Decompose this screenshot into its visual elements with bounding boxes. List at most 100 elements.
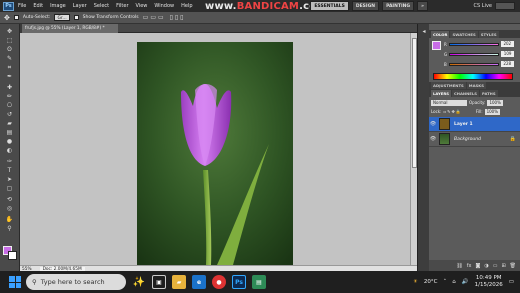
- workspace-painting[interactable]: PAINTING: [382, 1, 415, 11]
- blend-mode-dropdown[interactable]: Normal: [431, 99, 467, 106]
- brush-tool-icon[interactable]: ✏: [4, 93, 15, 100]
- tab-adjustments[interactable]: ADJUSTMENTS: [431, 82, 466, 89]
- type-tool-icon[interactable]: T: [4, 167, 15, 174]
- slider-blue[interactable]: B 228: [444, 61, 514, 67]
- taskbar-search[interactable]: ⚲ Type here to search: [26, 274, 126, 290]
- vertical-scrollbar[interactable]: [410, 33, 417, 265]
- auto-select-checkbox[interactable]: [13, 15, 19, 20]
- task-view-icon[interactable]: ▣: [152, 275, 166, 289]
- move-tool-icon[interactable]: ✥: [4, 28, 15, 35]
- workspace-design[interactable]: DESIGN: [351, 1, 380, 11]
- opacity-field[interactable]: 100%: [487, 99, 503, 106]
- clone-tool-icon[interactable]: ⎔: [4, 102, 15, 109]
- app-icon[interactable]: ▤: [252, 275, 266, 289]
- file-explorer-icon[interactable]: ▰: [172, 275, 186, 289]
- crop-tool-icon[interactable]: ⌗: [4, 64, 15, 71]
- eraser-tool-icon[interactable]: ▰: [4, 120, 15, 127]
- tray-chevron-icon[interactable]: ˄: [443, 279, 446, 285]
- tab-masks[interactable]: MASKS: [466, 82, 486, 89]
- background-color-swatch[interactable]: [8, 251, 17, 260]
- fill-field[interactable]: 100%: [484, 108, 501, 115]
- 3d-rotate-tool-icon[interactable]: ⟲: [4, 196, 15, 203]
- layer-row-background[interactable]: 👁 Background 🔒: [429, 132, 520, 147]
- tab-swatches[interactable]: SWATCHES: [450, 31, 478, 38]
- windows-start-icon[interactable]: [9, 276, 21, 288]
- tools-panel: ✥ ⬚ ʘ ✎ ⌗ ✒ ✚ ✏ ⎔ ↺ ▰ ▤ ● ◐ ✑ T ➤ ▢ ⟲ ◎ …: [0, 24, 20, 271]
- bandicam-icon[interactable]: ●: [212, 275, 226, 289]
- document-tab[interactable]: frufjs.jpg @ 55% (Layer 1, RGB/8#) *: [22, 24, 118, 33]
- workspace-essentials[interactable]: ESSENTIALS: [310, 1, 349, 11]
- path-select-tool-icon[interactable]: ➤: [4, 176, 15, 183]
- color-spectrum-bar[interactable]: [433, 73, 513, 80]
- visibility-eye-icon[interactable]: 👁: [429, 132, 437, 147]
- 3d-orbit-tool-icon[interactable]: ◎: [4, 205, 15, 212]
- red-slider[interactable]: [448, 42, 499, 46]
- pen-tool-icon[interactable]: ✑: [4, 158, 15, 165]
- lock-icons[interactable]: ▫✎✥🔒: [443, 109, 461, 114]
- tab-color[interactable]: COLOR: [431, 31, 450, 38]
- healing-tool-icon[interactable]: ✚: [4, 84, 15, 91]
- help-search-field[interactable]: [495, 2, 515, 10]
- link-layers-icon[interactable]: ⛓: [456, 263, 462, 269]
- menu-image[interactable]: Image: [50, 3, 66, 9]
- mask-icon[interactable]: ◙: [475, 263, 480, 269]
- dodge-tool-icon[interactable]: ◐: [4, 147, 15, 154]
- new-layer-icon[interactable]: ⊞: [501, 263, 505, 269]
- widgets-icon[interactable]: ✨: [132, 275, 146, 289]
- quick-select-tool-icon[interactable]: ✎: [4, 55, 15, 62]
- blue-value[interactable]: 228: [500, 61, 514, 67]
- search-placeholder: Type here to search: [40, 278, 105, 286]
- clock[interactable]: 10:49 PM 1/15/2026: [475, 275, 503, 289]
- menu-edit[interactable]: Edit: [33, 3, 43, 9]
- menu-window[interactable]: Window: [154, 3, 174, 9]
- show-transform-checkbox[interactable]: [73, 15, 79, 20]
- edge-icon[interactable]: e: [192, 275, 206, 289]
- canvas-area[interactable]: [20, 33, 410, 265]
- tab-layers[interactable]: LAYERS: [431, 90, 451, 97]
- slider-green[interactable]: G 109: [444, 51, 515, 57]
- adjustment-layer-icon[interactable]: ◑: [484, 263, 488, 269]
- slider-red[interactable]: R 202: [444, 41, 514, 47]
- tab-channels[interactable]: CHANNELS: [452, 90, 480, 97]
- zoom-tool-icon[interactable]: ⚲: [4, 225, 15, 232]
- workspace-more[interactable]: »: [417, 1, 428, 11]
- red-value[interactable]: 202: [500, 41, 514, 47]
- eyedropper-tool-icon[interactable]: ✒: [4, 73, 15, 80]
- blur-tool-icon[interactable]: ●: [4, 138, 15, 145]
- layer-row-layer-1[interactable]: 👁 Layer 1: [429, 117, 520, 132]
- menu-filter[interactable]: Filter: [116, 3, 128, 9]
- shape-tool-icon[interactable]: ▢: [4, 185, 15, 192]
- menu-layer[interactable]: Layer: [73, 3, 87, 9]
- panel-foreground-swatch[interactable]: [432, 41, 441, 50]
- tab-styles[interactable]: STYLES: [478, 31, 499, 38]
- background-layer-name[interactable]: Background: [454, 137, 481, 142]
- blue-slider[interactable]: [448, 62, 499, 66]
- visibility-eye-icon[interactable]: 👁: [429, 117, 437, 132]
- auto-select-dropdown[interactable]: Gr...: [54, 14, 70, 21]
- green-slider[interactable]: [449, 52, 500, 56]
- menu-select[interactable]: Select: [94, 3, 109, 9]
- network-icon[interactable]: ⌂: [452, 279, 456, 285]
- menu-help[interactable]: Help: [181, 3, 192, 9]
- gradient-tool-icon[interactable]: ▤: [4, 129, 15, 136]
- layer-style-icon[interactable]: fx: [467, 263, 472, 269]
- group-icon[interactable]: ▭: [493, 263, 498, 269]
- hand-tool-icon[interactable]: ✋: [4, 216, 15, 223]
- align-icons[interactable]: ▭▭▭ ▯▯▯: [143, 14, 186, 21]
- lasso-tool-icon[interactable]: ʘ: [4, 46, 15, 53]
- weather-temp[interactable]: 20°C: [424, 279, 438, 285]
- menu-view[interactable]: View: [136, 3, 148, 9]
- cs-live[interactable]: CS Live: [474, 1, 515, 11]
- menu-file[interactable]: File: [18, 3, 26, 9]
- layer-1-name[interactable]: Layer 1: [454, 122, 473, 127]
- photoshop-taskbar-icon[interactable]: Ps: [232, 275, 246, 289]
- volume-icon[interactable]: 🔊: [462, 279, 469, 285]
- tab-paths[interactable]: PATHS: [480, 90, 498, 97]
- green-value[interactable]: 109: [501, 51, 515, 57]
- marquee-tool-icon[interactable]: ⬚: [4, 37, 15, 44]
- history-brush-tool-icon[interactable]: ↺: [4, 111, 15, 118]
- tulip-photo[interactable]: [137, 42, 293, 265]
- panel-collapse-icon[interactable]: ◂: [420, 28, 428, 35]
- delete-layer-icon[interactable]: 🗑: [510, 263, 516, 269]
- notification-icon[interactable]: ▭: [509, 279, 514, 285]
